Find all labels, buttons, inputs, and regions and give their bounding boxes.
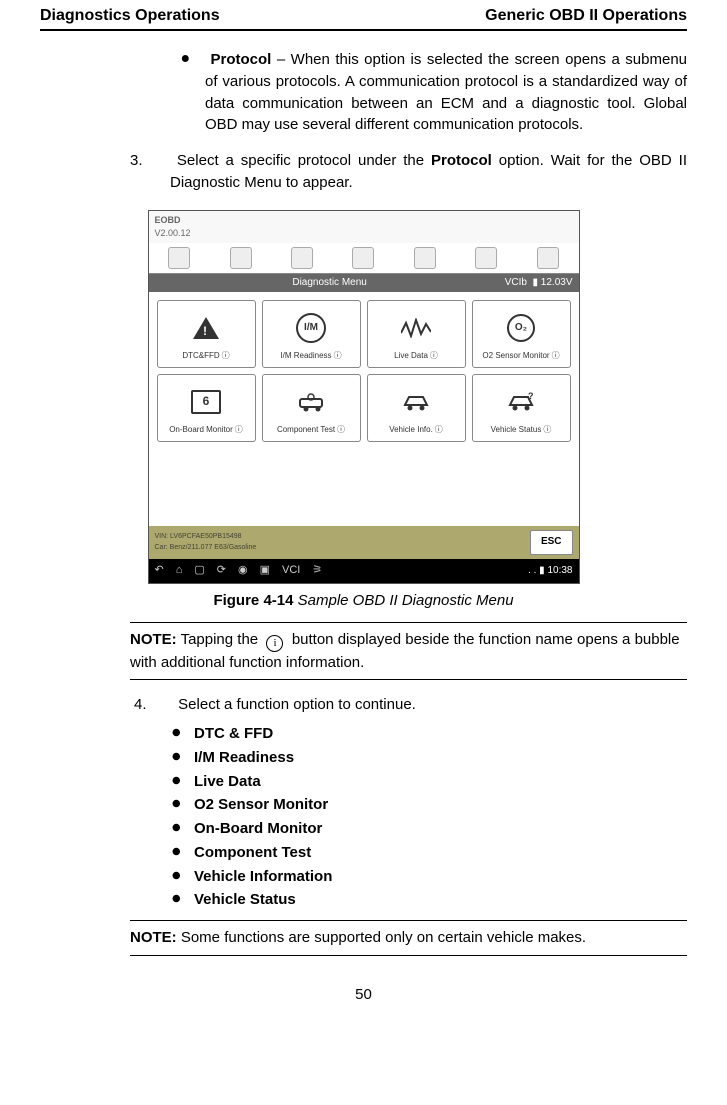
step-3: 3. Select a specific protocol under the … bbox=[170, 150, 687, 194]
figure-screenshot: EOBD V2.00.12 Diagnostic Menu VCIb ▮ 12.… bbox=[148, 210, 580, 584]
o2-icon: O₂ bbox=[507, 314, 535, 342]
vci-icon[interactable]: VCI bbox=[282, 563, 300, 579]
tile-im-readiness[interactable]: I/M I/M Readinessⓘ bbox=[262, 300, 361, 368]
vin-line1: VIN: LV6PCFAE50PB15498 bbox=[155, 532, 257, 542]
caption-text: Sample OBD II Diagnostic Menu bbox=[293, 592, 513, 609]
clock: 10:38 bbox=[547, 565, 572, 576]
recent-icon[interactable]: ▢ bbox=[194, 563, 204, 579]
func-vehicle-info: ⚫︎Vehicle Information bbox=[170, 865, 687, 889]
info-icon[interactable]: ⓘ bbox=[222, 351, 230, 360]
eobd-label: EOBD bbox=[155, 215, 181, 225]
car-status-icon: ? bbox=[506, 381, 536, 423]
info-circle-icon: i bbox=[266, 635, 283, 652]
note1-label: NOTE: bbox=[130, 631, 177, 648]
im-icon: I/M bbox=[296, 313, 326, 343]
toolbar-icon-2[interactable] bbox=[230, 247, 252, 269]
tile-onboard-monitor[interactable]: 6 On-Board Monitorⓘ bbox=[157, 374, 256, 442]
vin-line2: Car: Benz/211.077 E63/Gasoline bbox=[155, 543, 257, 553]
fig-title-bar: Diagnostic Menu VCIb ▮ 12.03V bbox=[149, 274, 579, 293]
bottom-nav: ↶ ⌂ ▢ ⟳ ◉ ▣ VCI ⚞ . . ▮ 10:38 bbox=[149, 559, 579, 583]
page-number: 50 bbox=[40, 984, 687, 1006]
function-list: ⚫︎DTC & FFD ⚫︎I/M Readiness ⚫︎Live Data … bbox=[170, 722, 687, 912]
toolbar-icon-3[interactable] bbox=[291, 247, 313, 269]
caption-label: Figure 4-14 bbox=[213, 592, 293, 609]
task-icon[interactable]: ▣ bbox=[260, 563, 270, 579]
monitor-icon: 6 bbox=[191, 390, 221, 414]
toolbar-icon-7[interactable] bbox=[537, 247, 559, 269]
svg-text:?: ? bbox=[528, 391, 534, 401]
info-icon[interactable]: ⓘ bbox=[430, 351, 438, 360]
wave-icon bbox=[401, 307, 431, 349]
vin-bar: VIN: LV6PCFAE50PB15498 Car: Benz/211.077… bbox=[149, 526, 579, 559]
tile-dtc-ffd[interactable]: DTC&FFDⓘ bbox=[157, 300, 256, 368]
step3-bold: Protocol bbox=[431, 152, 492, 169]
menu-grid: DTC&FFDⓘ I/M I/M Readinessⓘ Live Dataⓘ O… bbox=[149, 292, 579, 450]
info-icon[interactable]: ⓘ bbox=[543, 425, 551, 434]
car-nav-icon[interactable]: ⚞ bbox=[312, 563, 322, 579]
info-icon[interactable]: ⓘ bbox=[334, 351, 342, 360]
running-header: Diagnostics Operations Generic OBD II Op… bbox=[40, 0, 687, 31]
toolbar-icon-6[interactable] bbox=[475, 247, 497, 269]
vci-label: VCIb bbox=[505, 277, 527, 288]
func-im-readiness: ⚫︎I/M Readiness bbox=[170, 746, 687, 770]
note1-before: Tapping the bbox=[177, 631, 263, 648]
header-right: Generic OBD II Operations bbox=[485, 4, 687, 27]
protocol-desc: – When this option is selected the scree… bbox=[205, 51, 687, 133]
esc-button[interactable]: ESC bbox=[530, 530, 573, 555]
refresh-icon[interactable]: ⟳ bbox=[217, 563, 226, 579]
protocol-bullet: ⚫︎ Protocol – When this option is select… bbox=[205, 49, 687, 136]
info-icon[interactable]: ⓘ bbox=[552, 351, 560, 360]
info-icon[interactable]: ⓘ bbox=[337, 425, 345, 434]
fig-toolbar bbox=[149, 243, 579, 274]
version-label: V2.00.12 bbox=[155, 228, 191, 238]
voltage: 12.03V bbox=[541, 277, 573, 288]
diag-menu-title: Diagnostic Menu bbox=[292, 276, 366, 291]
gear-car-icon bbox=[296, 381, 326, 423]
step-number: 3. bbox=[130, 150, 170, 172]
note2-label: NOTE: bbox=[130, 929, 177, 946]
step3-before: Select a specific protocol under the bbox=[177, 152, 431, 169]
home-icon[interactable]: ⌂ bbox=[176, 563, 183, 579]
toolbar-icon-4[interactable] bbox=[352, 247, 374, 269]
bullet-icon: ⚫︎ bbox=[179, 49, 205, 71]
step4-text: Select a function option to continue. bbox=[178, 696, 416, 713]
back-icon[interactable]: ↶ bbox=[155, 563, 164, 579]
toolbar-icon-1[interactable] bbox=[168, 247, 190, 269]
info-icon[interactable]: ⓘ bbox=[435, 425, 443, 434]
tile-vehicle-status[interactable]: ? Vehicle Statusⓘ bbox=[472, 374, 571, 442]
protocol-term: Protocol bbox=[211, 51, 272, 68]
tile-live-data[interactable]: Live Dataⓘ bbox=[367, 300, 466, 368]
status-dots: . . ▮ bbox=[528, 565, 545, 576]
tile-o2-sensor[interactable]: O₂ O2 Sensor Monitorⓘ bbox=[472, 300, 571, 368]
func-dtc-ffd: ⚫︎DTC & FFD bbox=[170, 722, 687, 746]
func-o2-sensor: ⚫︎O2 Sensor Monitor bbox=[170, 793, 687, 817]
func-live-data: ⚫︎Live Data bbox=[170, 770, 687, 794]
func-vehicle-status: ⚫︎Vehicle Status bbox=[170, 888, 687, 912]
tile-component-test[interactable]: Component Testⓘ bbox=[262, 374, 361, 442]
note-2: NOTE: Some functions are supported only … bbox=[130, 920, 687, 956]
func-component-test: ⚫︎Component Test bbox=[170, 841, 687, 865]
step-number: 4. bbox=[134, 694, 174, 716]
step-4: 4. Select a function option to continue. bbox=[174, 694, 687, 716]
figure-caption: Figure 4-14 Sample OBD II Diagnostic Men… bbox=[40, 590, 687, 612]
header-left: Diagnostics Operations bbox=[40, 4, 220, 27]
func-onboard-monitor: ⚫︎On-Board Monitor bbox=[170, 817, 687, 841]
battery-icon: ▮ bbox=[533, 277, 539, 288]
car-info-icon bbox=[401, 381, 431, 423]
info-icon[interactable]: ⓘ bbox=[235, 425, 243, 434]
alert-icon bbox=[193, 317, 219, 339]
toolbar-icon-5[interactable] bbox=[414, 247, 436, 269]
note2-text: Some functions are supported only on cer… bbox=[177, 929, 586, 946]
camera-icon[interactable]: ◉ bbox=[238, 563, 248, 579]
fig-top-bar: EOBD V2.00.12 bbox=[149, 211, 579, 243]
tile-vehicle-info[interactable]: Vehicle Info.ⓘ bbox=[367, 374, 466, 442]
note-1: NOTE: Tapping the i button displayed bes… bbox=[130, 622, 687, 681]
